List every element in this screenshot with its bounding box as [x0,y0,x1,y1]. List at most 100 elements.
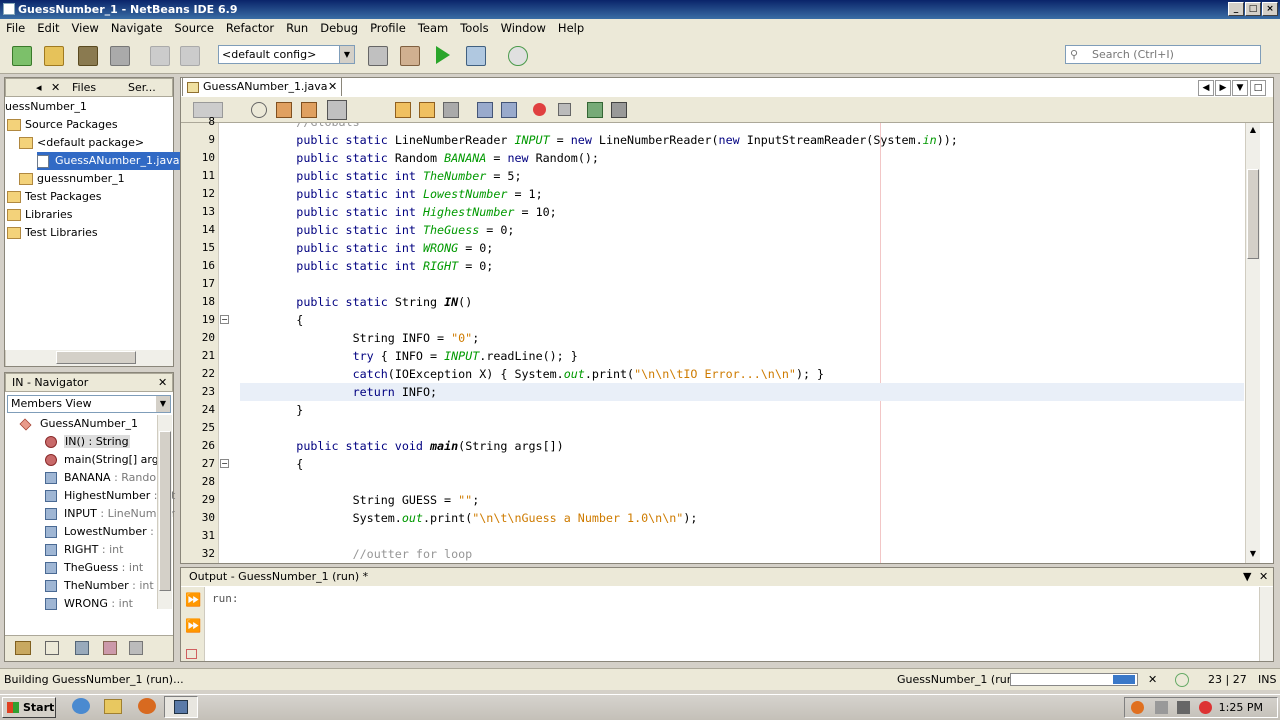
redo-icon[interactable] [180,46,200,66]
tree-selected-file[interactable]: GuessANumber_1.java [37,152,182,170]
menu-view[interactable]: View [66,19,105,37]
taskbar-netbeans-button[interactable] [164,696,198,718]
sort-icon[interactable] [129,641,143,655]
find-previous-icon[interactable] [276,102,292,118]
member-item[interactable]: BANANA : Random [45,469,167,487]
cancel-task-icon[interactable]: ✕ [1148,669,1157,691]
menu-refactor[interactable]: Refactor [220,19,280,37]
menu-file[interactable]: File [0,19,31,37]
menu-navigate[interactable]: Navigate [105,19,169,37]
maximize-editor-icon[interactable]: □ [1250,80,1266,96]
run-icon[interactable] [436,46,450,64]
chevron-down-icon[interactable]: ▼ [339,46,354,63]
open-project-icon[interactable] [78,46,98,66]
explorer-icon[interactable] [104,699,122,714]
bookmark-next-icon[interactable] [419,102,435,118]
menu-debug[interactable]: Debug [314,19,364,37]
scroll-up-icon[interactable]: ▲ [1246,123,1260,137]
member-item[interactable]: WRONG : int [45,595,133,613]
start-button[interactable]: Start [2,697,56,718]
toggle-highlight-icon[interactable] [327,100,347,120]
navigator-view-select[interactable]: Members View ▼ [7,395,171,413]
find-icon[interactable] [251,102,267,118]
menu-help[interactable]: Help [552,19,590,37]
editor-vertical-scrollbar[interactable]: ▲ ▼ [1245,123,1260,563]
filter-inherited-icon[interactable] [103,641,117,655]
record-macro-icon[interactable] [533,103,546,116]
close-icon[interactable]: ✕ [158,374,167,391]
rerun-icon[interactable]: ⏩ [185,593,201,608]
scroll-thumb[interactable] [1247,169,1259,259]
rerun-with-options-icon[interactable]: ⏩ [185,619,201,634]
bookmark-previous-icon[interactable] [395,102,411,118]
tab-services[interactable]: Ser... [128,79,156,96]
config-select[interactable]: <default config> ▼ [218,45,355,64]
stop-icon[interactable] [186,649,197,659]
profile-icon[interactable] [508,46,528,66]
stop-macro-icon[interactable] [558,103,571,116]
tree-source-packages[interactable]: Source Packages [7,116,118,134]
fold-toggle-icon[interactable]: − [220,315,229,324]
search-input[interactable]: ⚲ Search (Ctrl+I) [1065,45,1261,64]
new-file-icon[interactable] [12,46,32,66]
close-icon[interactable]: ✕ [328,78,337,96]
navigator-root[interactable]: GuessANumber_1 [19,415,138,433]
uncomment-icon[interactable] [611,102,627,118]
debug-icon[interactable] [466,46,486,66]
volume-icon[interactable] [1155,701,1168,714]
tab-scroll-icon[interactable]: ◂ [36,79,42,96]
ie-icon[interactable] [72,698,90,714]
member-item[interactable]: TheNumber : int [45,577,154,595]
chevron-down-icon[interactable]: ▼ [1232,80,1248,96]
tree-project[interactable]: uessNumber_1 [5,98,87,116]
member-item[interactable]: TheGuess : int [45,559,143,577]
menu-source[interactable]: Source [168,19,220,37]
build-icon[interactable] [368,46,388,66]
menu-window[interactable]: Window [495,19,552,37]
filter-nonpublic-icon[interactable] [75,641,89,655]
tray-icon[interactable] [1131,701,1144,714]
clean-build-icon[interactable] [400,46,420,66]
tab-files[interactable]: Files [72,79,96,96]
notifications-icon[interactable] [1175,673,1189,687]
member-item[interactable]: HighestNumber : int [45,487,175,505]
comment-icon[interactable] [587,102,603,118]
new-project-icon[interactable] [44,46,64,66]
scroll-thumb[interactable] [56,351,136,364]
editor-tab[interactable]: GuessANumber_1.java ✕ [182,77,342,96]
tree-libraries[interactable]: Libraries [7,206,73,224]
undo-icon[interactable] [150,46,170,66]
filter-static-icon[interactable] [45,641,59,655]
member-item[interactable]: RIGHT : int [45,541,123,559]
output-scrollbar[interactable] [1259,587,1273,661]
shift-right-icon[interactable] [501,102,517,118]
menu-run[interactable]: Run [280,19,314,37]
shift-left-icon[interactable] [477,102,493,118]
menu-tools[interactable]: Tools [454,19,494,37]
security-icon[interactable] [1199,701,1212,714]
filter-fields-icon[interactable] [15,641,31,655]
tree-test-packages[interactable]: Test Packages [7,188,101,206]
member-item[interactable]: INPUT : LineNumber [45,505,175,523]
save-all-icon[interactable] [110,46,130,66]
tree-default-package[interactable]: <default package> [19,134,144,152]
scroll-down-icon[interactable]: ▼ [1246,547,1260,561]
close-icon[interactable]: ✕ [51,79,60,96]
code-area[interactable]: //Globals public static LineNumberReader… [240,123,1244,563]
scroll-thumb[interactable] [159,431,171,591]
firefox-icon[interactable] [138,698,156,714]
member-item[interactable]: main(String[] args) [45,451,169,469]
chevron-left-icon[interactable]: ◀ [1198,80,1214,96]
fold-toggle-icon[interactable]: − [220,459,229,468]
find-next-icon[interactable] [301,102,317,118]
tree-test-libraries[interactable]: Test Libraries [7,224,98,242]
menu-team[interactable]: Team [412,19,454,37]
network-icon[interactable] [1177,701,1190,714]
toggle-bookmark-icon[interactable] [443,102,459,118]
member-item[interactable]: IN() : String [45,433,130,451]
chevron-down-icon[interactable]: ▼ [156,396,170,412]
member-item[interactable]: LowestNumber : int [45,523,172,541]
menu-edit[interactable]: Edit [31,19,65,37]
close-button[interactable]: × [1262,2,1278,16]
minimize-button[interactable]: _ [1228,2,1244,16]
